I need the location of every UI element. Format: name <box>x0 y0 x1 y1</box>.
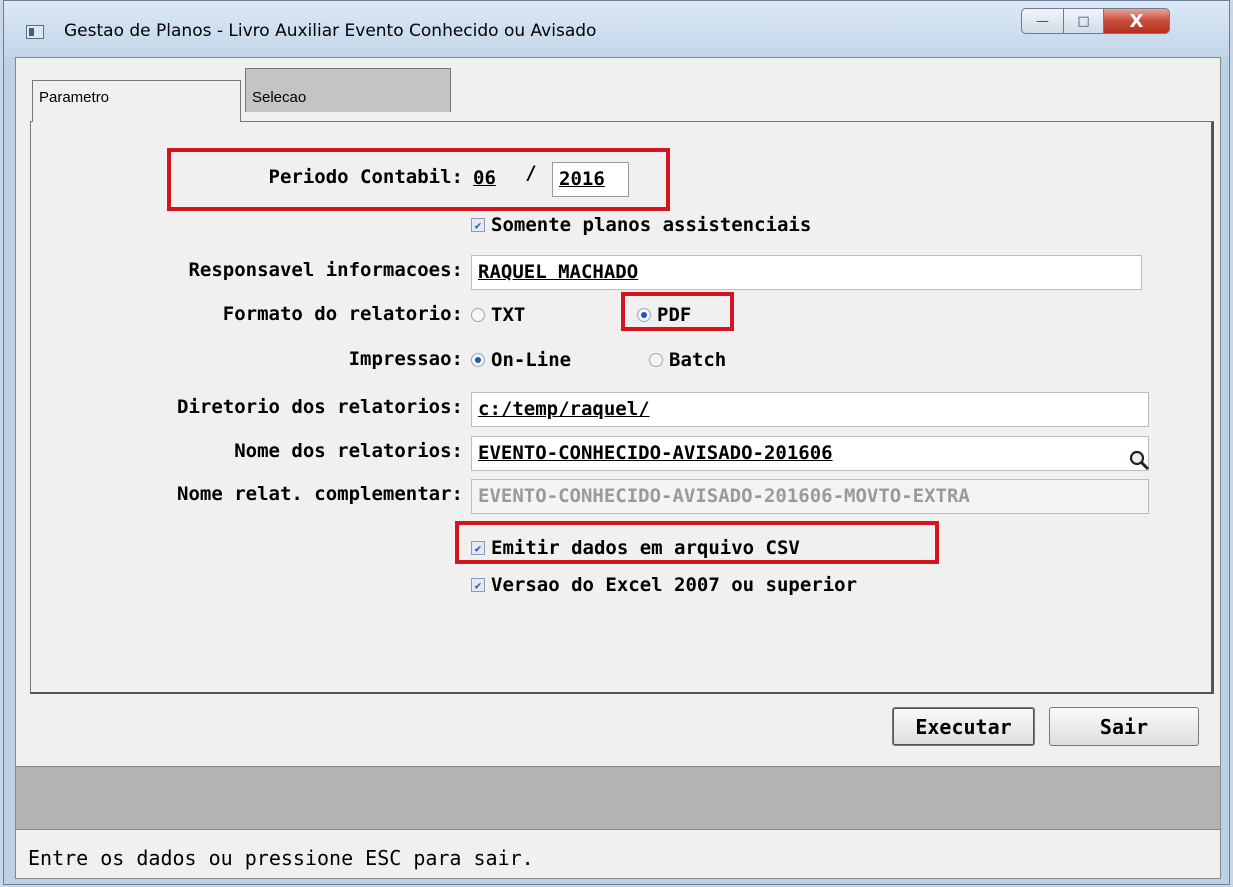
nome-relatorios-input[interactable]: EVENTO-CONHECIDO-AVISADO-201606 <box>471 436 1149 471</box>
somente-planos-label: Somente planos assistenciais <box>491 214 812 236</box>
sair-button[interactable]: Sair <box>1049 707 1199 746</box>
formato-txt-label: TXT <box>491 304 526 326</box>
radio-off-icon <box>471 308 485 322</box>
diretorio-input[interactable]: c:/temp/raquel/ <box>471 392 1149 427</box>
impressao-online-radio[interactable]: On-Line <box>471 349 571 371</box>
impressao-batch-label: Batch <box>669 349 727 371</box>
executar-button[interactable]: Executar <box>892 707 1035 746</box>
window: Gestao de Planos - Livro Auxiliar Evento… <box>3 0 1230 885</box>
tab-selecao[interactable]: Selecao <box>245 68 451 112</box>
periodo-ano-input[interactable]: 2016 <box>552 162 629 197</box>
formato-txt-radio[interactable]: TXT <box>471 304 525 326</box>
impressao-batch-radio[interactable]: Batch <box>649 349 726 371</box>
impressao-online-label: On-Line <box>491 349 572 371</box>
excel-2007-label: Versao do Excel 2007 ou superior <box>491 574 858 596</box>
radio-on-icon <box>471 353 485 367</box>
formato-pdf-label: PDF <box>657 304 692 326</box>
tab-parametro[interactable]: Parametro <box>32 80 241 122</box>
parametro-panel: Periodo Contabil: 06 / 2016 ✔ Somente pl… <box>30 121 1214 694</box>
excel-2007-checkbox[interactable]: ✔ Versao do Excel 2007 ou superior <box>471 574 857 596</box>
nome-complementar-input: EVENTO-CONHECIDO-AVISADO-201606-MOVTO-EX… <box>471 479 1149 514</box>
minimize-button[interactable]: — <box>1021 8 1064 34</box>
impressao-label: Impressao: <box>348 348 463 370</box>
search-icon[interactable] <box>1128 449 1150 471</box>
somente-planos-checkbox[interactable]: ✔ Somente planos assistenciais <box>471 214 811 236</box>
radio-off-icon <box>649 353 663 367</box>
window-controls: — □ X <box>1021 8 1170 34</box>
periodo-contabil-label: Periodo Contabil: <box>268 166 463 188</box>
periodo-mes-input[interactable]: 06 <box>471 162 507 195</box>
close-button[interactable]: X <box>1104 8 1170 34</box>
emitir-csv-checkbox[interactable]: ✔ Emitir dados em arquivo CSV <box>471 537 800 559</box>
emitir-csv-label: Emitir dados em arquivo CSV <box>491 537 800 559</box>
formato-pdf-radio[interactable]: PDF <box>637 304 691 326</box>
message-area <box>16 766 1220 830</box>
formato-label: Formato do relatorio: <box>222 303 463 325</box>
client-area: Selecao Parametro Periodo Contabil: 06 /… <box>15 57 1221 879</box>
radio-on-icon <box>637 308 651 322</box>
maximize-button[interactable]: □ <box>1064 8 1104 34</box>
responsavel-input[interactable]: RAQUEL MACHADO <box>471 255 1142 290</box>
status-bar: Entre os dados ou pressione ESC para sai… <box>16 830 1220 878</box>
checkbox-checkmark-icon: ✔ <box>471 541 485 555</box>
checkbox-checkmark-icon: ✔ <box>471 578 485 592</box>
diretorio-label: Diretorio dos relatorios: <box>177 396 463 418</box>
responsavel-label: Responsavel informacoes: <box>188 259 463 281</box>
nome-complementar-label: Nome relat. complementar: <box>177 483 463 505</box>
window-title: Gestao de Planos - Livro Auxiliar Evento… <box>64 21 597 41</box>
nome-relatorios-label: Nome dos relatorios: <box>234 440 463 462</box>
app-icon <box>26 25 44 39</box>
checkbox-checkmark-icon: ✔ <box>471 218 485 232</box>
periodo-separator: / <box>525 162 537 184</box>
title-bar: Gestao de Planos - Livro Auxiliar Evento… <box>4 1 1229 57</box>
